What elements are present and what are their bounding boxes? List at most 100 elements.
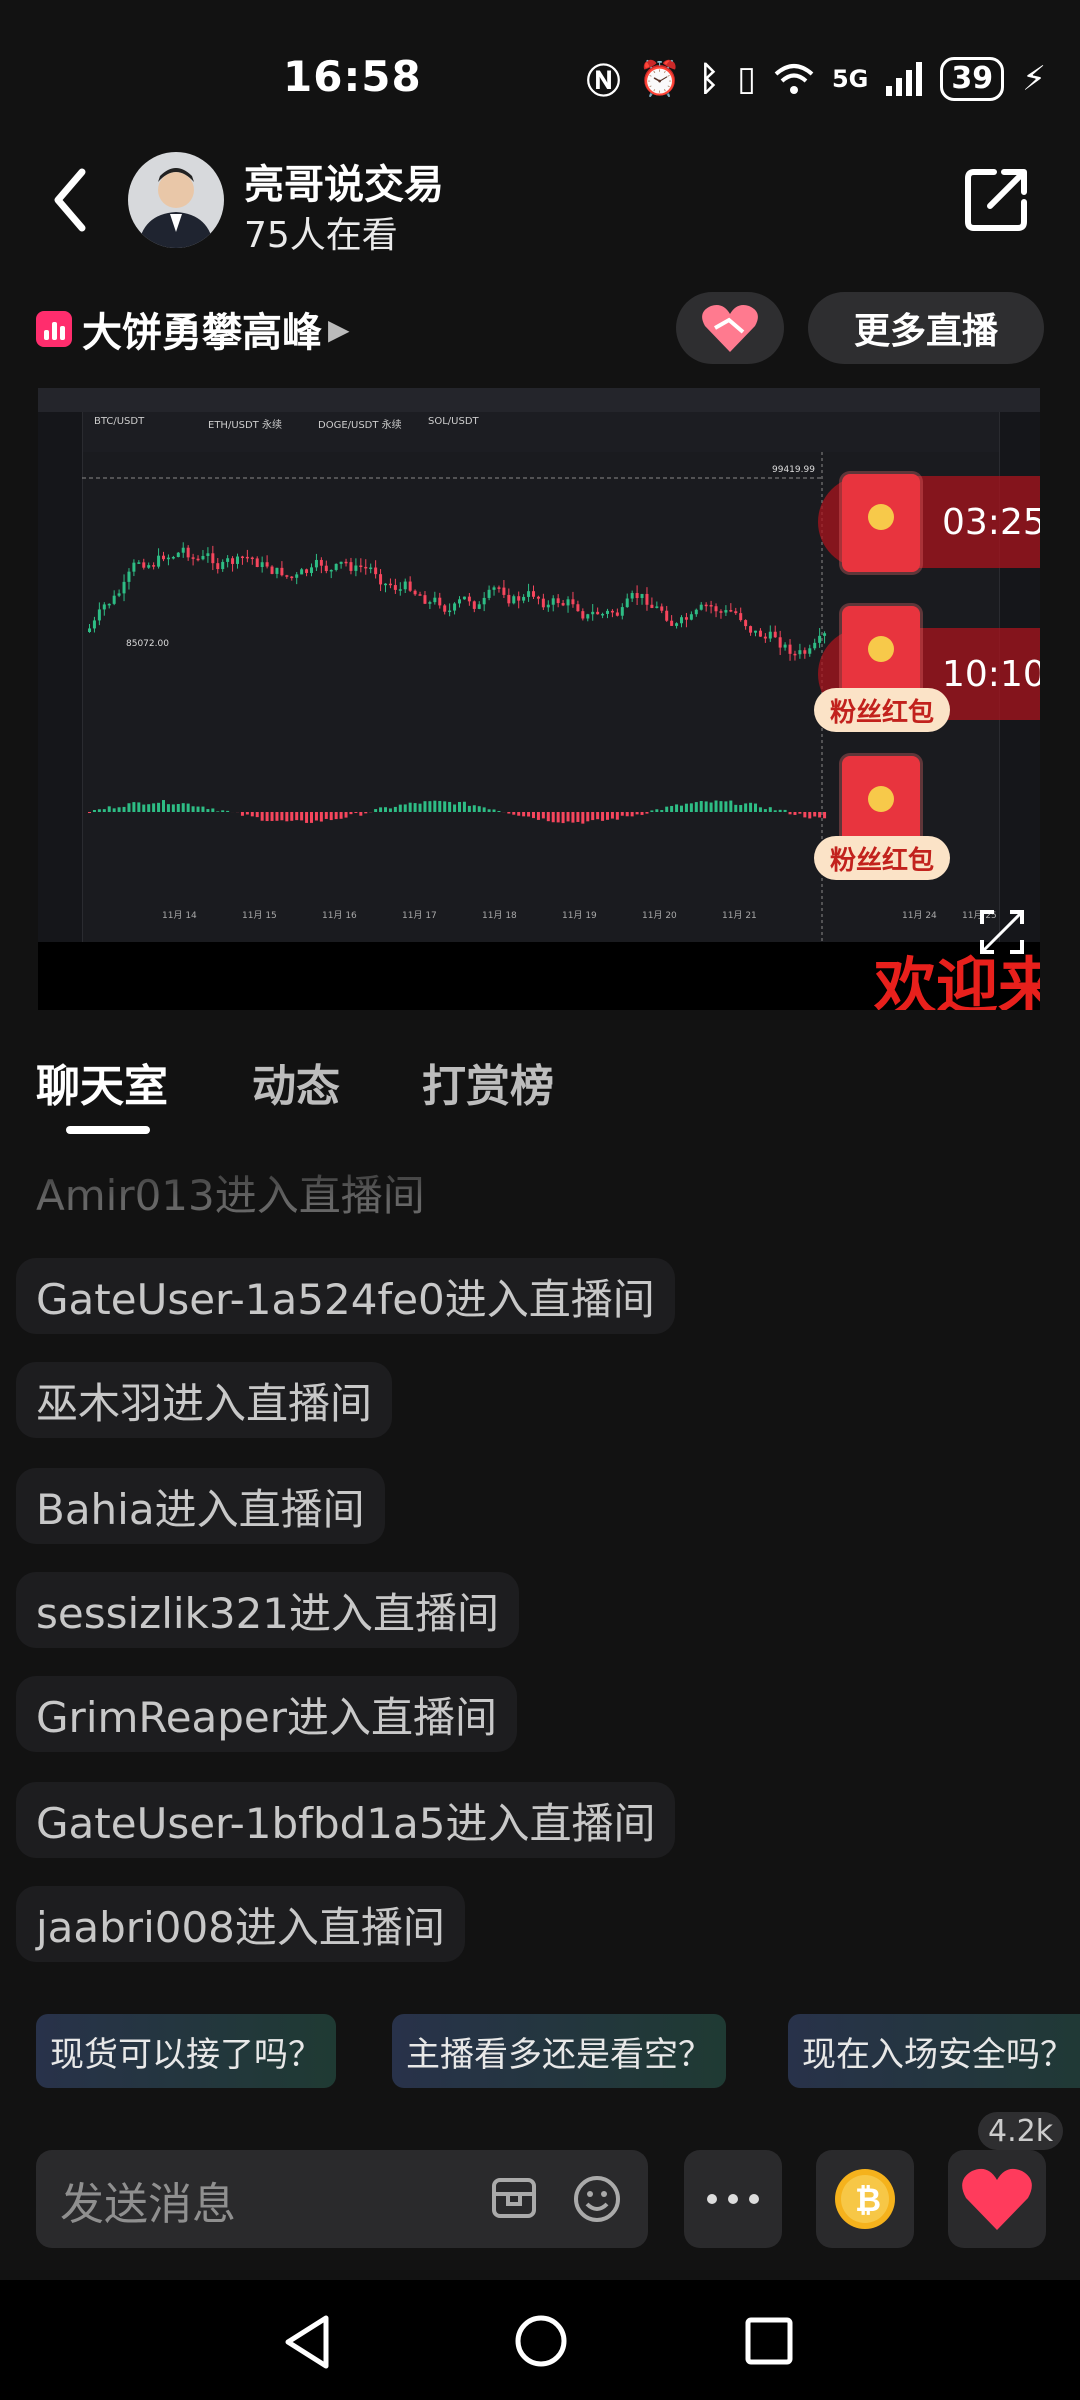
macd-bar bbox=[270, 812, 274, 821]
candle bbox=[122, 581, 126, 594]
tab-chat-room[interactable]: 聊天室 bbox=[36, 1050, 168, 1114]
macd-bar bbox=[689, 803, 693, 812]
live-topic[interactable]: 大饼勇攀高峰 ▶ bbox=[36, 300, 350, 358]
macd-bar bbox=[724, 801, 728, 812]
back-icon[interactable] bbox=[42, 160, 102, 240]
red-envelope-icon[interactable] bbox=[842, 474, 920, 572]
macd-bar bbox=[477, 806, 481, 812]
host-avatar[interactable] bbox=[128, 152, 224, 248]
candle bbox=[680, 617, 683, 624]
macd-bar bbox=[492, 809, 496, 812]
candle bbox=[566, 599, 570, 606]
macd-bar bbox=[551, 812, 555, 823]
candle bbox=[181, 547, 185, 553]
macd-bar bbox=[398, 804, 402, 812]
symbol-tab: SOL/USDT bbox=[428, 416, 479, 427]
macd-bar bbox=[240, 812, 244, 816]
macd-bar bbox=[532, 812, 535, 819]
candle bbox=[541, 598, 545, 608]
macd-bar bbox=[694, 802, 698, 812]
candle bbox=[344, 561, 348, 564]
candle bbox=[482, 597, 486, 605]
more-options-button[interactable] bbox=[684, 2150, 782, 2248]
status-icons: Ⓝ ⏰ ᛒ ▯ 5G 39 ⚡ bbox=[586, 54, 1046, 103]
macd-bar bbox=[645, 812, 649, 814]
candle bbox=[319, 559, 323, 566]
chat-message: GrimReaper进入直播间 bbox=[16, 1676, 518, 1752]
nav-home-icon[interactable] bbox=[514, 2314, 568, 2368]
tab-moments[interactable]: 动态 bbox=[252, 1050, 340, 1114]
quick-reply-chip[interactable]: 现在入场安全吗？ bbox=[788, 2014, 1080, 2088]
candle bbox=[408, 581, 412, 591]
candle bbox=[749, 626, 753, 633]
tab-reward-rank[interactable]: 打赏榜 bbox=[422, 1050, 554, 1114]
candle bbox=[803, 650, 807, 654]
macd-bar bbox=[808, 812, 812, 819]
emoji-icon[interactable] bbox=[572, 2174, 622, 2224]
share-icon[interactable] bbox=[960, 164, 1032, 236]
macd-bar bbox=[556, 812, 560, 823]
candle bbox=[551, 598, 555, 605]
more-live-button[interactable]: 更多直播 bbox=[808, 292, 1044, 364]
candle bbox=[359, 565, 363, 568]
candle bbox=[236, 556, 239, 564]
candle bbox=[300, 569, 304, 575]
candle bbox=[650, 604, 654, 608]
macd-bar bbox=[744, 803, 748, 812]
macd-bar bbox=[384, 807, 387, 812]
macd-bar bbox=[349, 812, 353, 815]
nfc-icon: Ⓝ bbox=[586, 62, 621, 102]
macd-bar bbox=[181, 803, 185, 812]
candle bbox=[102, 604, 106, 610]
like-button[interactable] bbox=[948, 2150, 1046, 2248]
candle bbox=[221, 561, 225, 570]
live-video-player[interactable]: BTC/USDT ETH/USDT 永续 DOGE/USDT 永续 SOL/US… bbox=[38, 388, 1040, 1010]
quick-reply-chip[interactable]: 现货可以接了吗？ bbox=[36, 2014, 336, 2088]
macd-bar bbox=[428, 801, 432, 812]
candle bbox=[117, 593, 121, 596]
candle bbox=[226, 558, 230, 562]
nav-recents-icon[interactable] bbox=[744, 2316, 794, 2366]
candle bbox=[818, 635, 822, 643]
candle bbox=[532, 591, 535, 597]
viewer-count: 75人在看 bbox=[244, 215, 398, 256]
candle bbox=[433, 597, 437, 603]
candle bbox=[615, 612, 619, 616]
quick-reply-chip[interactable]: 主播看多还是看空？ bbox=[392, 2014, 726, 2088]
video-browser-bar bbox=[38, 388, 1040, 412]
macd-bar bbox=[201, 806, 205, 812]
macd-bar bbox=[778, 809, 782, 812]
follow-heart-button[interactable] bbox=[676, 292, 784, 364]
candle bbox=[487, 589, 491, 598]
macd-bar bbox=[734, 804, 738, 812]
macd-bar bbox=[260, 812, 264, 821]
candle bbox=[561, 603, 565, 606]
macd-bar bbox=[226, 810, 230, 812]
battery-indicator: 39 bbox=[940, 56, 1005, 101]
macd-bar bbox=[610, 812, 614, 819]
macd-bar bbox=[122, 806, 126, 812]
candle bbox=[497, 587, 501, 589]
candle bbox=[596, 611, 600, 615]
macd-bar bbox=[403, 804, 407, 812]
wifi-icon bbox=[774, 63, 814, 94]
macd-bar bbox=[221, 810, 225, 812]
fan-red-packet-label[interactable]: 粉丝红包 bbox=[814, 836, 950, 880]
candle bbox=[334, 563, 338, 570]
coin-gift-button[interactable]: ₿ bbox=[816, 2150, 914, 2248]
fan-red-packet-label[interactable]: 粉丝红包 bbox=[814, 688, 950, 732]
candle bbox=[571, 599, 575, 605]
candle bbox=[665, 610, 669, 621]
macd-bar bbox=[162, 800, 165, 812]
candle bbox=[379, 574, 383, 585]
macd-bar bbox=[655, 809, 659, 812]
macd-bar bbox=[763, 809, 767, 812]
candle bbox=[640, 593, 644, 599]
candle bbox=[285, 575, 289, 577]
nav-back-icon[interactable] bbox=[282, 2314, 334, 2370]
fullscreen-icon[interactable] bbox=[978, 908, 1026, 956]
macd-bar bbox=[92, 810, 96, 812]
candle bbox=[808, 648, 812, 654]
gift-box-icon[interactable] bbox=[490, 2174, 538, 2222]
host-name[interactable]: 亮哥说交易 bbox=[244, 152, 444, 210]
